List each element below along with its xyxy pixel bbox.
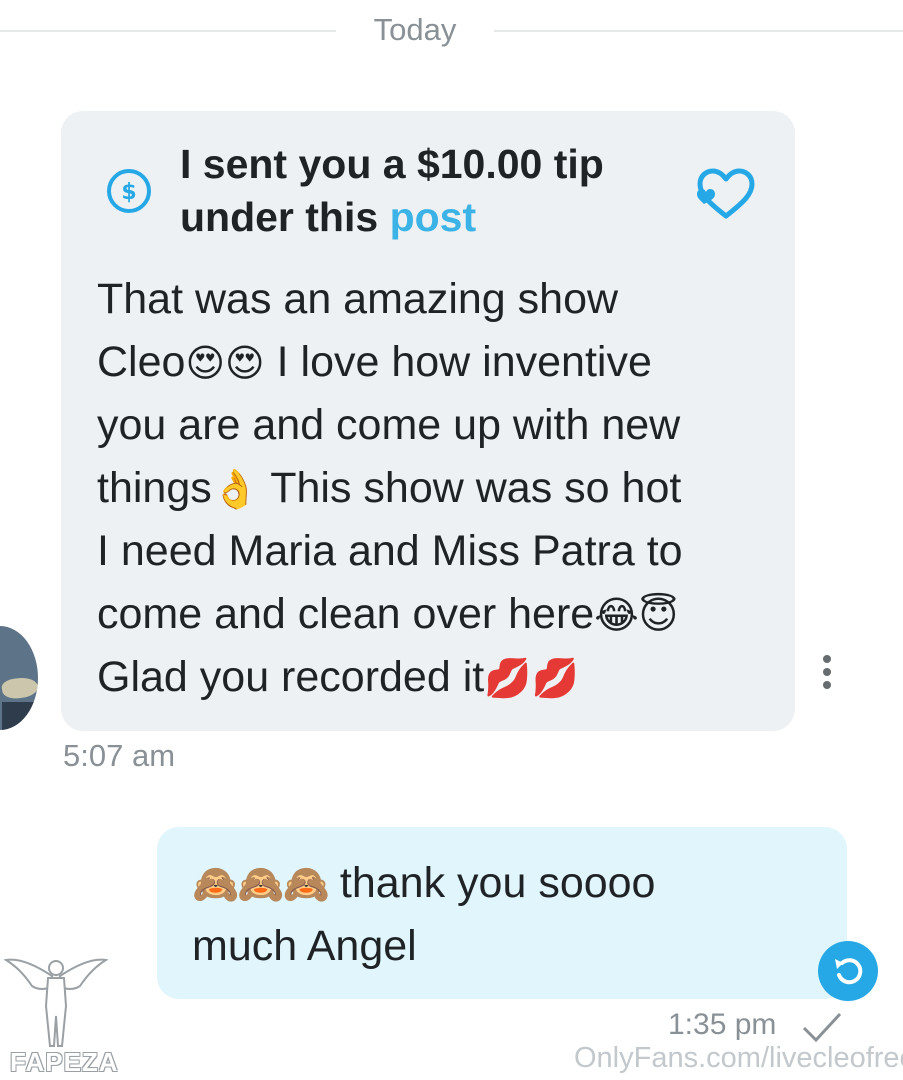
sender-avatar[interactable] bbox=[0, 626, 38, 730]
overlay-logo-text: FAPEZA bbox=[10, 1047, 119, 1077]
incoming-message-text: That was an amazing show Cleo😍😍 I love h… bbox=[97, 268, 787, 709]
message-line: Cleo😍😍 I love how inventive bbox=[97, 338, 652, 386]
message-line: things👌 This show was so hot bbox=[97, 464, 682, 512]
svg-text:$: $ bbox=[121, 180, 136, 205]
check-icon bbox=[802, 1012, 842, 1043]
message-line: That was an amazing show bbox=[97, 275, 619, 323]
dollar-circle-icon: $ bbox=[107, 169, 151, 213]
heart-icon[interactable] bbox=[694, 166, 758, 222]
message-line: 🙈🙈🙈 thank you soooo bbox=[192, 852, 812, 915]
outgoing-message-text: 🙈🙈🙈 thank you soooo much Angel bbox=[192, 852, 812, 977]
tip-amount-text: I sent you a $10.00 tip bbox=[180, 141, 604, 187]
tip-under-text: under this bbox=[180, 194, 390, 240]
message-line: I need Maria and Miss Patra to bbox=[97, 527, 683, 575]
watermark-text: OnlyFans.com/livecleofree bbox=[574, 1042, 903, 1074]
separator-line-left bbox=[0, 30, 336, 32]
separator-line-right bbox=[494, 30, 903, 32]
message-line: come and clean over here😂😇 bbox=[97, 590, 679, 638]
winged-figure-logo bbox=[4, 958, 108, 1047]
kiss-emoji: 💋💋 bbox=[484, 656, 579, 700]
date-separator: Today bbox=[0, 10, 903, 50]
message-line: Glad you recorded it💋💋 bbox=[97, 653, 579, 701]
ok-hand-emoji: 👌 bbox=[211, 467, 260, 511]
outgoing-timestamp: 1:35 pm bbox=[668, 1008, 777, 1041]
heart-eyes-emoji: 😍😍 bbox=[185, 341, 265, 385]
more-vertical-icon[interactable] bbox=[816, 655, 838, 695]
date-label: Today bbox=[373, 12, 457, 47]
monkey-emoji: 🙈🙈🙈 bbox=[192, 862, 330, 906]
message-line: much Angel bbox=[192, 922, 417, 970]
post-link[interactable]: post bbox=[390, 194, 477, 240]
incoming-timestamp: 5:07 am bbox=[63, 738, 176, 773]
tip-notice: I sent you a $10.00 tip under this post bbox=[180, 138, 680, 244]
laugh-halo-emoji: 😂😇 bbox=[594, 593, 679, 637]
undo-icon[interactable] bbox=[818, 941, 878, 1001]
message-line: you are and come up with new bbox=[97, 401, 681, 449]
